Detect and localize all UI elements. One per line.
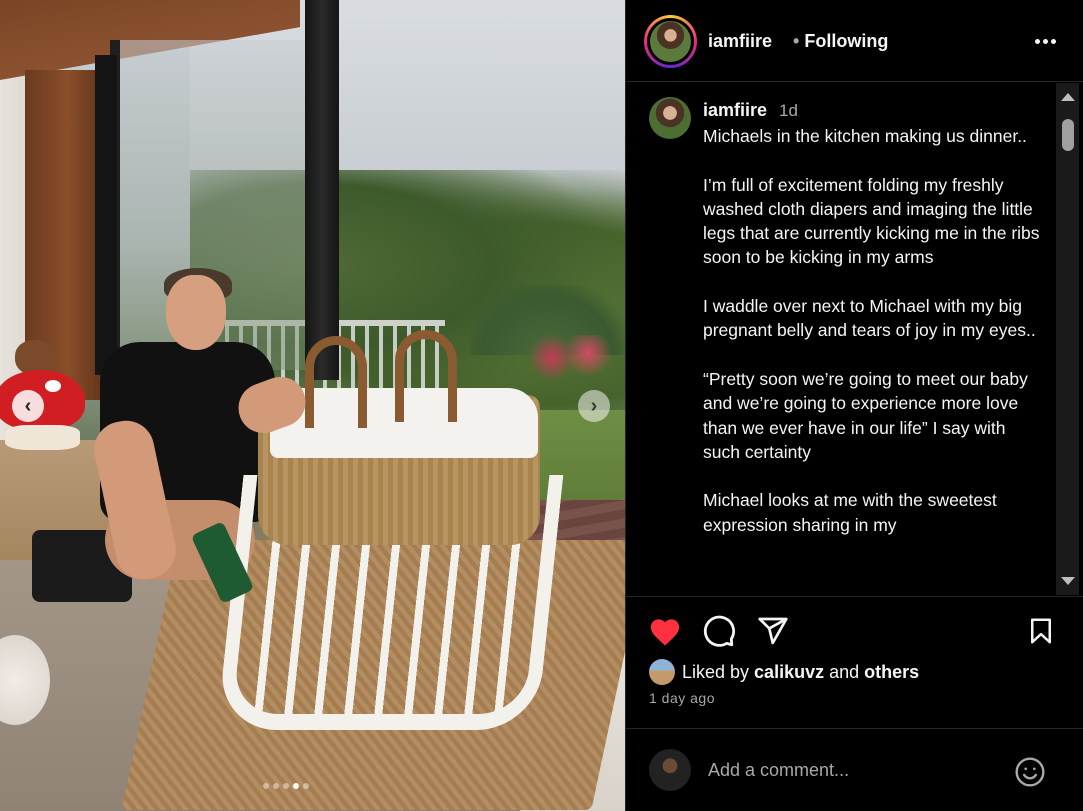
caption-username[interactable]: iamfiire	[703, 100, 767, 121]
separator-dot: •	[793, 31, 800, 51]
photo-bassinet-handle	[305, 336, 367, 428]
carousel-dot	[263, 783, 269, 789]
emoji-icon[interactable]	[1014, 756, 1046, 788]
comment-icon[interactable]	[702, 615, 736, 649]
chevron-right-icon: ›	[590, 394, 598, 417]
header-username[interactable]: iamfiire	[708, 31, 772, 52]
comment-input[interactable]	[708, 753, 998, 787]
more-dot-icon	[1034, 38, 1040, 44]
liked-by-middle: and	[824, 662, 865, 682]
more-options-button[interactable]	[1032, 28, 1058, 54]
liked-by-prefix: Liked by	[682, 662, 755, 682]
photo-person-head	[166, 275, 226, 350]
share-icon[interactable]	[756, 615, 790, 647]
liker-username[interactable]: calikuvz	[754, 662, 824, 682]
scroll-down-icon[interactable]	[1061, 577, 1075, 585]
more-dot-icon	[1042, 38, 1048, 44]
caption-scrollbar[interactable]	[1056, 83, 1079, 595]
following-button[interactable]: Following	[804, 31, 888, 51]
follow-status[interactable]: • Following	[793, 31, 888, 52]
caption-avatar[interactable]	[649, 97, 691, 139]
liker-avatar[interactable]	[649, 659, 675, 685]
post-photo[interactable]: ‹ ›	[0, 0, 625, 811]
photo-bassinet-handle	[395, 330, 457, 422]
current-user-avatar	[649, 749, 691, 791]
post-side-panel: iamfiire • Following iamfiire 1d Michael…	[625, 0, 1083, 811]
chevron-left-icon: ‹	[24, 394, 32, 417]
carousel-dot	[293, 783, 299, 789]
caption-text: Michaels in the kitchen making us dinner…	[703, 126, 1040, 535]
carousel-prev-button[interactable]: ‹	[12, 390, 44, 422]
photo-mushroom-stem	[5, 425, 80, 450]
liked-by-text: Liked by calikuvz and others	[682, 662, 919, 683]
avatar	[647, 18, 694, 65]
photo-door-frame-left	[95, 55, 117, 375]
post-header: iamfiire • Following	[626, 0, 1083, 82]
carousel-dot	[283, 783, 289, 789]
carousel-indicator	[263, 783, 309, 789]
scrollbar-thumb[interactable]	[1062, 119, 1074, 151]
comment-bar	[626, 728, 1083, 811]
carousel-dot	[273, 783, 279, 789]
caption-time[interactable]: 1d	[779, 101, 798, 121]
scroll-up-icon[interactable]	[1061, 93, 1075, 101]
photo-flowers	[525, 335, 615, 380]
carousel-next-button[interactable]: ›	[578, 390, 610, 422]
story-ring-avatar[interactable]	[644, 15, 697, 68]
photo-door-frame	[305, 0, 339, 380]
bookmark-icon[interactable]	[1026, 615, 1056, 647]
carousel-dot	[303, 783, 309, 789]
more-dot-icon	[1050, 38, 1056, 44]
caption-scroll-area[interactable]: iamfiire 1d Michaels in the kitchen maki…	[626, 83, 1056, 595]
heart-icon[interactable]	[648, 615, 682, 647]
likes-others-link[interactable]: others	[864, 662, 919, 682]
post-timestamp[interactable]: 1 day ago	[649, 690, 715, 706]
